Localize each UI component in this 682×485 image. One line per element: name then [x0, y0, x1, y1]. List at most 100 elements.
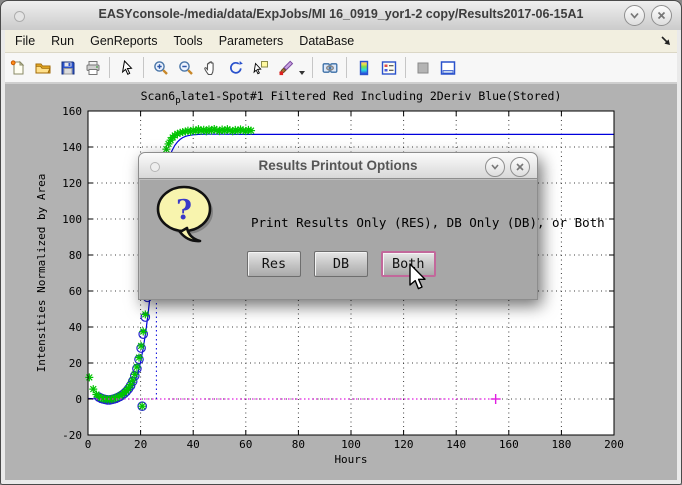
svg-text:80: 80 [69, 249, 82, 262]
dock-figure-icon[interactable] [659, 34, 673, 48]
svg-text:180: 180 [551, 438, 571, 451]
zoom-in-button[interactable] [148, 56, 173, 80]
svg-text:20: 20 [69, 357, 82, 370]
dialog-controls [485, 157, 530, 177]
menu-item-genreports[interactable]: GenReports [82, 32, 165, 50]
dialog-shade-button[interactable] [485, 157, 505, 177]
print-icon [85, 60, 101, 76]
save-icon [60, 60, 76, 76]
figure-toolbar [1, 53, 681, 84]
link-plot-button[interactable] [317, 56, 342, 80]
chevron-down-icon [490, 162, 500, 172]
menu-item-database[interactable]: DataBase [291, 32, 362, 50]
y-axis-label: Intensities Normalized by Area [35, 174, 48, 373]
pan-button[interactable] [198, 56, 223, 80]
brush-data-button[interactable] [273, 56, 298, 80]
svg-text:20: 20 [134, 438, 147, 451]
close-icon [656, 10, 667, 21]
legend-icon [381, 60, 397, 76]
edit-plot-button[interactable] [114, 56, 139, 80]
svg-text:160: 160 [62, 105, 82, 118]
open-file-button[interactable] [30, 56, 55, 80]
pointer-icon [119, 60, 135, 76]
window-titlebar[interactable]: EASYconsole-/media/data/ExpJobs/MI 16_09… [1, 1, 681, 31]
dialog-titlebar[interactable]: Results Printout Options [138, 152, 538, 179]
svg-text:?: ? [176, 195, 192, 226]
chevron-down-icon [629, 10, 640, 21]
toolbar-separator [312, 57, 313, 78]
menu-item-tools[interactable]: Tools [166, 32, 211, 50]
toolbar-separator [346, 57, 347, 78]
svg-text:100: 100 [62, 213, 82, 226]
svg-text:0: 0 [85, 438, 92, 451]
colorbar-icon [356, 60, 372, 76]
svg-text:160: 160 [499, 438, 519, 451]
svg-text:120: 120 [62, 177, 82, 190]
window-frame-left [1, 30, 5, 484]
svg-text:0: 0 [75, 393, 82, 406]
svg-text:40: 40 [187, 438, 200, 451]
show-plot-tools-icon [440, 60, 456, 76]
menu-item-file[interactable]: File [7, 32, 43, 50]
svg-text:140: 140 [62, 141, 82, 154]
rotate-3d-icon [228, 60, 244, 76]
window-frame-bottom [1, 480, 681, 484]
svg-text:120: 120 [394, 438, 414, 451]
save-figure-button[interactable] [55, 56, 80, 80]
data-cursor-button[interactable] [248, 56, 273, 80]
easyconsole-window: EASYconsole-/media/data/ExpJobs/MI 16_09… [0, 0, 682, 485]
x-tick-labels: 0 20 40 60 80 100 120 140 160 180 200 [85, 438, 624, 451]
menu-item-run[interactable]: Run [43, 32, 82, 50]
new-figure-button[interactable] [5, 56, 30, 80]
svg-text:60: 60 [69, 285, 82, 298]
window-frame-right [677, 30, 681, 484]
dialog-menu-dot-icon[interactable] [150, 162, 160, 172]
print-figure-button[interactable] [80, 56, 105, 80]
svg-text:200: 200 [604, 438, 624, 451]
plot-title: Scan6plate1-Spot#1 Filtered Red Includin… [141, 89, 562, 106]
zoom-out-button[interactable] [173, 56, 198, 80]
insert-legend-button[interactable] [376, 56, 401, 80]
pan-icon [203, 60, 219, 76]
question-bubble-icon: ? [154, 182, 220, 252]
svg-text:100: 100 [341, 438, 361, 451]
shade-button[interactable] [624, 5, 645, 26]
hide-plot-tools-icon [415, 60, 431, 76]
zoom-out-icon [178, 60, 194, 76]
y-tick-labels: -20 0 20 40 60 80 100 120 140 160 [62, 105, 82, 442]
mouse-cursor-icon [408, 263, 430, 293]
menu-item-parameters[interactable]: Parameters [211, 32, 292, 50]
dialog-title: Results Printout Options [258, 158, 417, 173]
toolbar-separator [109, 57, 110, 78]
open-folder-icon [35, 60, 51, 76]
x-axis-label: Hours [334, 453, 367, 466]
svg-text:80: 80 [292, 438, 305, 451]
hide-plot-tools-button[interactable] [410, 56, 435, 80]
rotate-3d-button[interactable] [223, 56, 248, 80]
results-printout-dialog: Results Printout Options ? Print Results… [138, 152, 538, 300]
menu-bar: FileRunGenReportsToolsParametersDataBase [1, 30, 681, 53]
zoom-in-icon [153, 60, 169, 76]
dialog-message: Print Results Only (RES), DB Only (DB), … [251, 215, 605, 230]
brush-icon [278, 60, 294, 76]
toolbar-separator [405, 57, 406, 78]
close-button[interactable] [651, 5, 672, 26]
show-plot-tools-button[interactable] [435, 56, 460, 80]
window-controls [624, 5, 672, 26]
dialog-button-db[interactable]: DB [314, 251, 368, 277]
data-cursor-icon [253, 60, 269, 76]
close-icon [515, 162, 525, 172]
svg-text:140: 140 [446, 438, 466, 451]
link-icon [322, 60, 338, 76]
dialog-close-button[interactable] [510, 157, 530, 177]
svg-text:-20: -20 [62, 429, 82, 442]
dialog-button-res[interactable]: Res [247, 251, 301, 277]
svg-text:60: 60 [239, 438, 252, 451]
toolbar-separator [143, 57, 144, 78]
svg-text:40: 40 [69, 321, 82, 334]
dialog-body: ? Print Results Only (RES), DB Only (DB)… [138, 179, 538, 300]
new-document-icon [10, 60, 26, 76]
insert-colorbar-button[interactable] [351, 56, 376, 80]
window-title: EASYconsole-/media/data/ExpJobs/MI 16_09… [1, 7, 681, 21]
brush-dropdown-icon[interactable] [299, 71, 305, 75]
